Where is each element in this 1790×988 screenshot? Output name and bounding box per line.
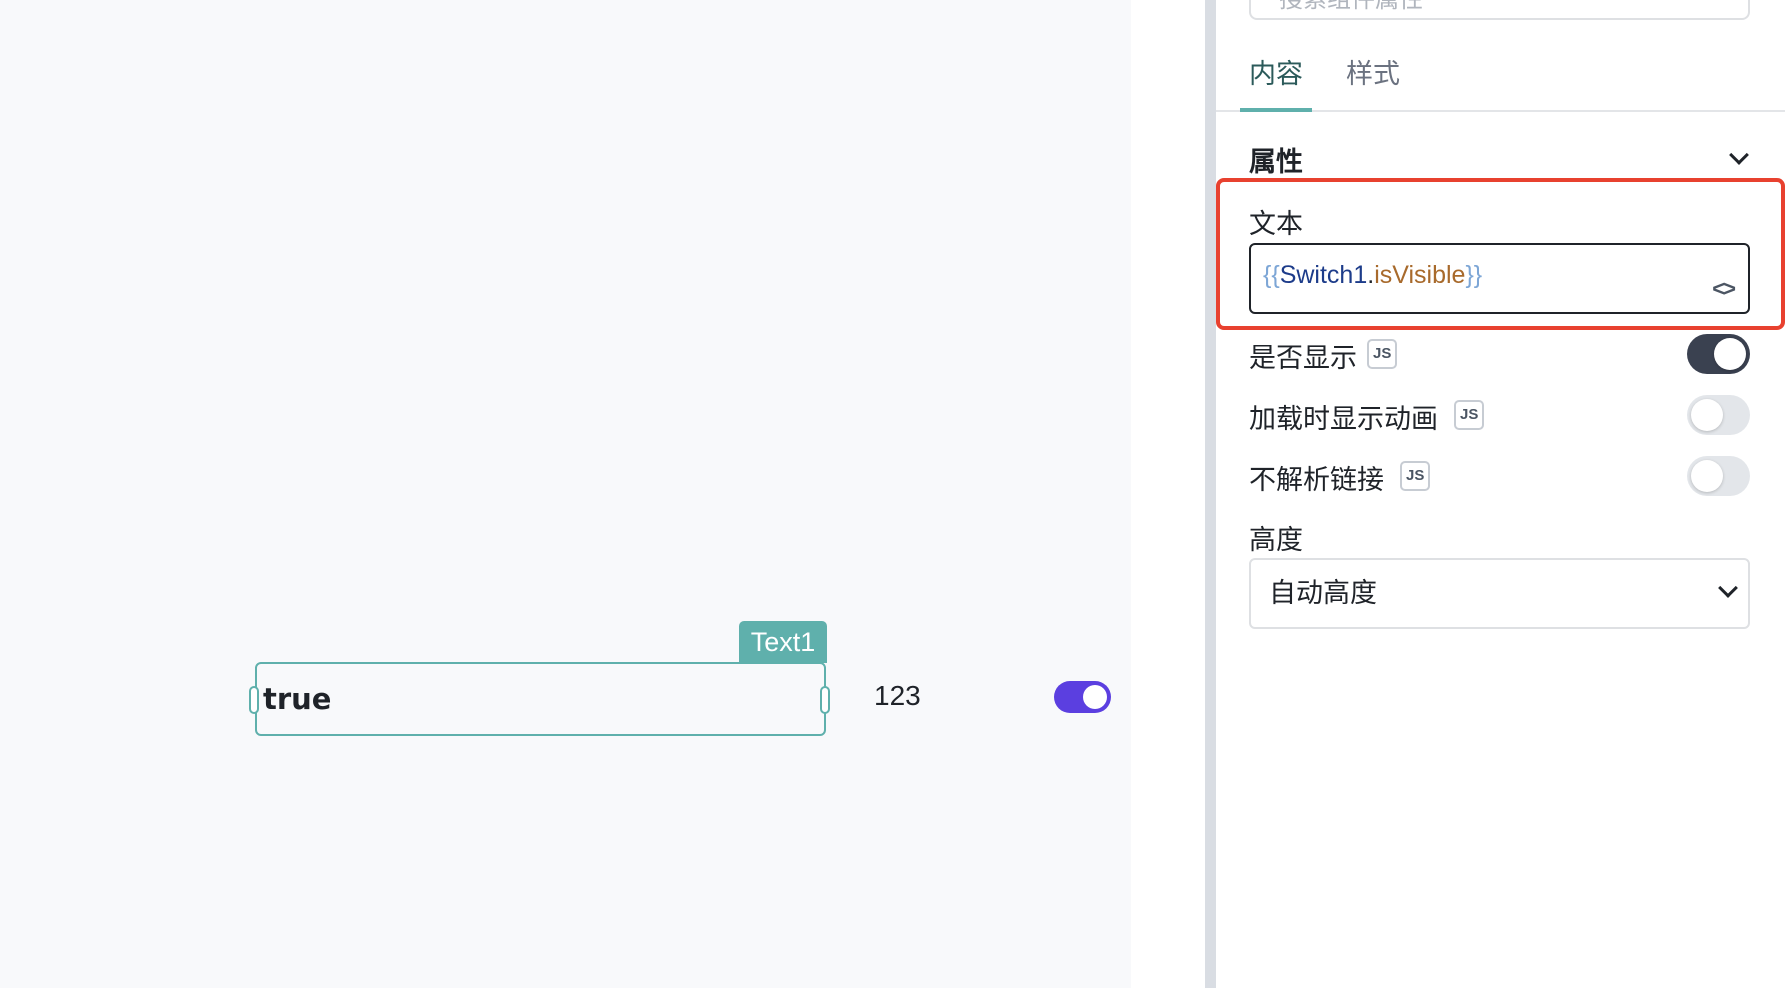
toggle-row-loading-animation: 加载时显示动画 JS <box>1249 393 1750 437</box>
panel-tabs: 内容 样式 <box>1216 40 1785 112</box>
toggle-row-visible: 是否显示 JS <box>1249 332 1750 376</box>
resize-handle-right[interactable] <box>820 686 830 714</box>
code-property: isVisible <box>1374 261 1466 289</box>
number-text-component[interactable]: 123 <box>874 680 921 712</box>
text-field-label: 文本 <box>1249 209 1303 240</box>
code-object: Switch1 <box>1279 261 1368 289</box>
height-select-value: 自动高度 <box>1269 578 1377 609</box>
toggle-knob <box>1691 399 1723 431</box>
section-title-properties[interactable]: 属性 <box>1249 140 1303 179</box>
component-name-tag[interactable]: Text1 <box>739 621 827 663</box>
toggle-disable-links[interactable] <box>1687 456 1750 496</box>
canvas-margin <box>1131 0 1205 988</box>
toggle-loading-animation[interactable] <box>1687 395 1750 435</box>
code-icon[interactable]: <> <box>1712 276 1736 302</box>
active-tab-indicator <box>1240 108 1312 112</box>
switch-component[interactable] <box>1054 681 1111 713</box>
code-brace-open: {{ <box>1263 261 1280 289</box>
toggle-knob <box>1691 460 1723 492</box>
toggle-row-disable-links: 不解析链接 JS <box>1249 454 1750 498</box>
code-brace-close: }} <box>1465 261 1483 289</box>
toggle-label: 是否显示 <box>1249 343 1357 374</box>
switch-knob <box>1083 685 1107 709</box>
tab-style[interactable]: 样式 <box>1346 50 1400 100</box>
editor-canvas[interactable]: Text1 true 123 <box>0 0 1131 988</box>
tab-content[interactable]: 内容 <box>1249 50 1303 100</box>
text-code-input[interactable]: {{Switch1.isVisible}} <> <box>1249 243 1750 314</box>
js-badge[interactable]: JS <box>1400 461 1431 491</box>
toggle-visible[interactable] <box>1687 334 1750 374</box>
height-field-label: 高度 <box>1249 525 1303 556</box>
chevron-down-icon <box>1718 578 1738 598</box>
text-component-content: true <box>263 682 332 716</box>
search-placeholder: 搜索组件属性 <box>1279 0 1423 13</box>
toggle-label: 不解析链接 <box>1249 465 1384 496</box>
chevron-down-icon[interactable] <box>1729 145 1749 165</box>
js-badge[interactable]: JS <box>1367 339 1398 369</box>
height-select[interactable]: 自动高度 <box>1249 558 1750 629</box>
toggle-knob <box>1714 338 1746 370</box>
properties-panel: 搜索组件属性 内容 样式 属性 文本 {{Switch1.isVisible}}… <box>1216 0 1790 988</box>
resize-handle-left[interactable] <box>249 686 259 714</box>
toggle-label: 加载时显示动画 <box>1249 404 1438 435</box>
panel-resize-divider[interactable] <box>1205 0 1216 988</box>
property-search-input[interactable]: 搜索组件属性 <box>1249 0 1750 20</box>
js-badge[interactable]: JS <box>1454 400 1485 430</box>
text-component[interactable]: true <box>255 662 826 736</box>
